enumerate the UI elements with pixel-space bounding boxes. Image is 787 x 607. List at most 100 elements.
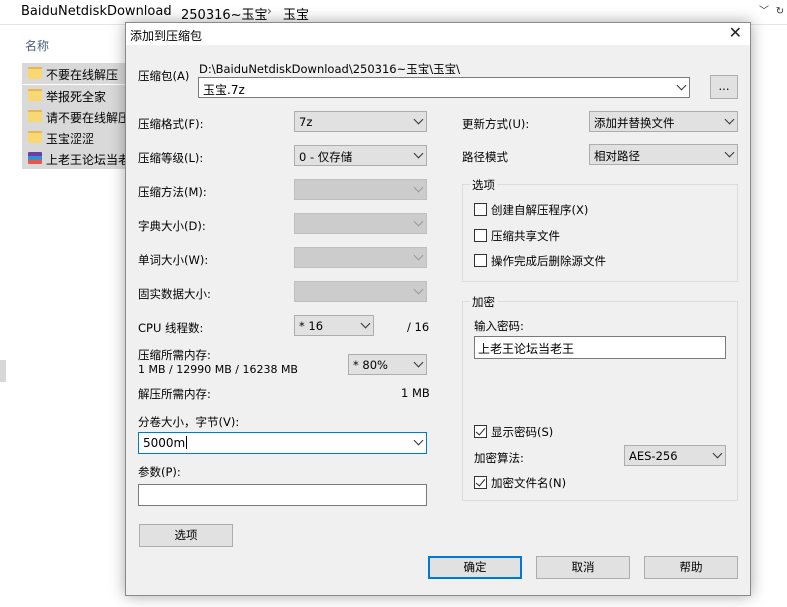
method-select <box>294 179 427 200</box>
chevron-down-icon <box>413 284 424 295</box>
password-value: 上老王论坛当老王 <box>478 342 575 356</box>
path-mode-select[interactable]: 相对路径 <box>589 144 738 165</box>
breadcrumb-item[interactable]: BaiduNetdiskDownload <box>21 4 172 19</box>
chevron-down-icon[interactable] <box>413 114 424 125</box>
file-name: 不要在线解压 <box>46 68 119 82</box>
text-caret <box>186 436 188 449</box>
params-label: 参数(P): <box>138 465 181 479</box>
chevron-down-icon[interactable] <box>724 147 735 158</box>
list-item[interactable]: 请不要在线解压 <box>22 106 132 127</box>
encrypt-names-label[interactable]: 加密文件名(N) <box>491 475 566 491</box>
word-select <box>294 247 427 268</box>
chevron-down-icon <box>413 182 424 193</box>
dialog-titlebar[interactable]: 添加到压缩包 ✕ <box>126 23 750 45</box>
encrypt-names-checkbox[interactable] <box>474 476 487 489</box>
dict-select <box>294 213 427 234</box>
shared-files-label[interactable]: 压缩共享文件 <box>491 228 560 244</box>
file-name: 请不要在线解压 <box>46 111 131 125</box>
format-label: 压缩格式(F): <box>138 117 204 131</box>
mem-decompress-label: 解压所需内存: <box>138 387 211 401</box>
path-mode-label: 路径模式 <box>462 150 508 164</box>
delete-after-checkbox[interactable] <box>474 254 487 267</box>
shared-files-checkbox[interactable] <box>474 229 487 242</box>
level-label: 压缩等级(L): <box>138 151 204 165</box>
path-mode-value: 相对路径 <box>594 149 640 163</box>
cancel-button[interactable]: 取消 <box>536 556 630 579</box>
breadcrumb-separator-icon: › <box>267 4 272 18</box>
sfx-checkbox[interactable] <box>474 203 487 216</box>
ok-button[interactable]: 确定 <box>428 556 522 579</box>
level-select[interactable]: 0 - 仅存储 <box>294 145 427 166</box>
dict-label: 字典大小(D): <box>138 219 206 233</box>
close-icon[interactable]: ✕ <box>729 24 742 42</box>
solid-select <box>294 281 427 302</box>
archive-path: D:\BaiduNetdiskDownload\250316~玉宝\玉宝\ <box>199 62 460 76</box>
mem-compress-label: 压缩所需内存: <box>138 348 211 362</box>
folder-icon <box>28 131 42 143</box>
options-group-title: 选项 <box>470 177 497 193</box>
format-select[interactable]: 7z <box>294 111 427 132</box>
chevron-down-icon[interactable] <box>676 80 687 91</box>
refresh-icon[interactable]: ↻ <box>773 3 787 21</box>
help-button[interactable]: 帮助 <box>644 556 738 579</box>
delete-after-label[interactable]: 操作完成后删除源文件 <box>491 253 606 269</box>
archive-icon <box>28 152 42 164</box>
chevron-down-icon <box>413 216 424 227</box>
file-name: 上老王论坛当老 <box>46 153 131 167</box>
archive-label: 压缩包(A) <box>138 69 190 83</box>
folder-icon <box>28 89 42 101</box>
dialog-title: 添加到压缩包 <box>130 29 203 43</box>
archive-name-combo[interactable]: 玉宝.7z <box>198 77 690 98</box>
mem-usage-select[interactable]: * 80% <box>348 354 427 375</box>
method-label: 压缩方法(M): <box>138 185 207 199</box>
list-item[interactable]: 上老王论坛当老 <box>22 148 132 169</box>
password-label: 输入密码: <box>474 319 524 333</box>
breadcrumb-item[interactable]: 250316~玉宝 <box>181 4 268 23</box>
add-to-archive-dialog: 添加到压缩包 ✕ 压缩包(A) D:\BaiduNetdiskDownload\… <box>125 22 751 596</box>
chevron-down-icon[interactable] <box>413 148 424 159</box>
volume-label: 分卷大小，字节(V): <box>138 415 240 429</box>
update-mode-value: 添加并替换文件 <box>594 116 675 130</box>
chevron-down-icon[interactable]: ﹀ <box>757 3 771 21</box>
folder-icon <box>28 67 42 79</box>
word-label: 单词大小(W): <box>138 253 209 267</box>
list-item[interactable]: 玉宝涩涩 <box>22 127 132 148</box>
archive-name-value: 玉宝.7z <box>203 83 245 97</box>
breadcrumb-separator-icon: › <box>163 4 168 18</box>
list-item[interactable]: 举报死全家 <box>22 85 132 106</box>
chevron-down-icon[interactable] <box>360 318 371 329</box>
threads-label: CPU 线程数: <box>138 321 204 335</box>
format-value: 7z <box>299 115 313 129</box>
encryption-method-value: AES-256 <box>629 449 678 463</box>
folder-icon <box>28 110 42 122</box>
params-input[interactable] <box>138 484 427 506</box>
password-input[interactable]: 上老王论坛当老王 <box>474 336 726 359</box>
options-button[interactable]: 选项 <box>139 524 233 547</box>
mem-compress-detail: 1 MB / 12990 MB / 16238 MB <box>138 363 298 376</box>
encryption-method-label: 加密算法: <box>474 451 524 465</box>
update-mode-select[interactable]: 添加并替换文件 <box>589 111 738 132</box>
volume-size-text: 5000m <box>143 436 186 450</box>
encryption-method-select[interactable]: AES-256 <box>624 445 726 466</box>
level-value: 0 - 仅存储 <box>299 150 353 164</box>
show-password-checkbox[interactable] <box>474 425 487 438</box>
file-name: 举报死全家 <box>46 90 107 104</box>
volume-size-value: 5000m <box>143 436 188 450</box>
chevron-down-icon[interactable] <box>724 114 735 125</box>
threads-value: * 16 <box>299 319 324 333</box>
show-password-label[interactable]: 显示密码(S) <box>491 424 553 440</box>
breadcrumb-item[interactable]: 玉宝 <box>283 4 309 23</box>
column-header-name[interactable]: 名称 <box>25 37 49 54</box>
volume-size-combo[interactable]: 5000m <box>138 432 427 454</box>
file-name: 玉宝涩涩 <box>46 132 95 146</box>
browse-button[interactable]: ... <box>710 75 738 99</box>
mem-decompress-value: 1 MB <box>401 386 430 400</box>
list-item[interactable]: 不要在线解压 <box>22 63 132 84</box>
chevron-down-icon[interactable] <box>413 357 424 368</box>
chevron-down-icon[interactable] <box>712 448 723 459</box>
threads-select[interactable]: * 16 <box>294 315 374 336</box>
chevron-down-icon[interactable] <box>413 435 424 446</box>
chevron-down-icon <box>413 250 424 261</box>
scroll-indicator <box>0 360 6 382</box>
sfx-label[interactable]: 创建自解压程序(X) <box>491 202 588 218</box>
